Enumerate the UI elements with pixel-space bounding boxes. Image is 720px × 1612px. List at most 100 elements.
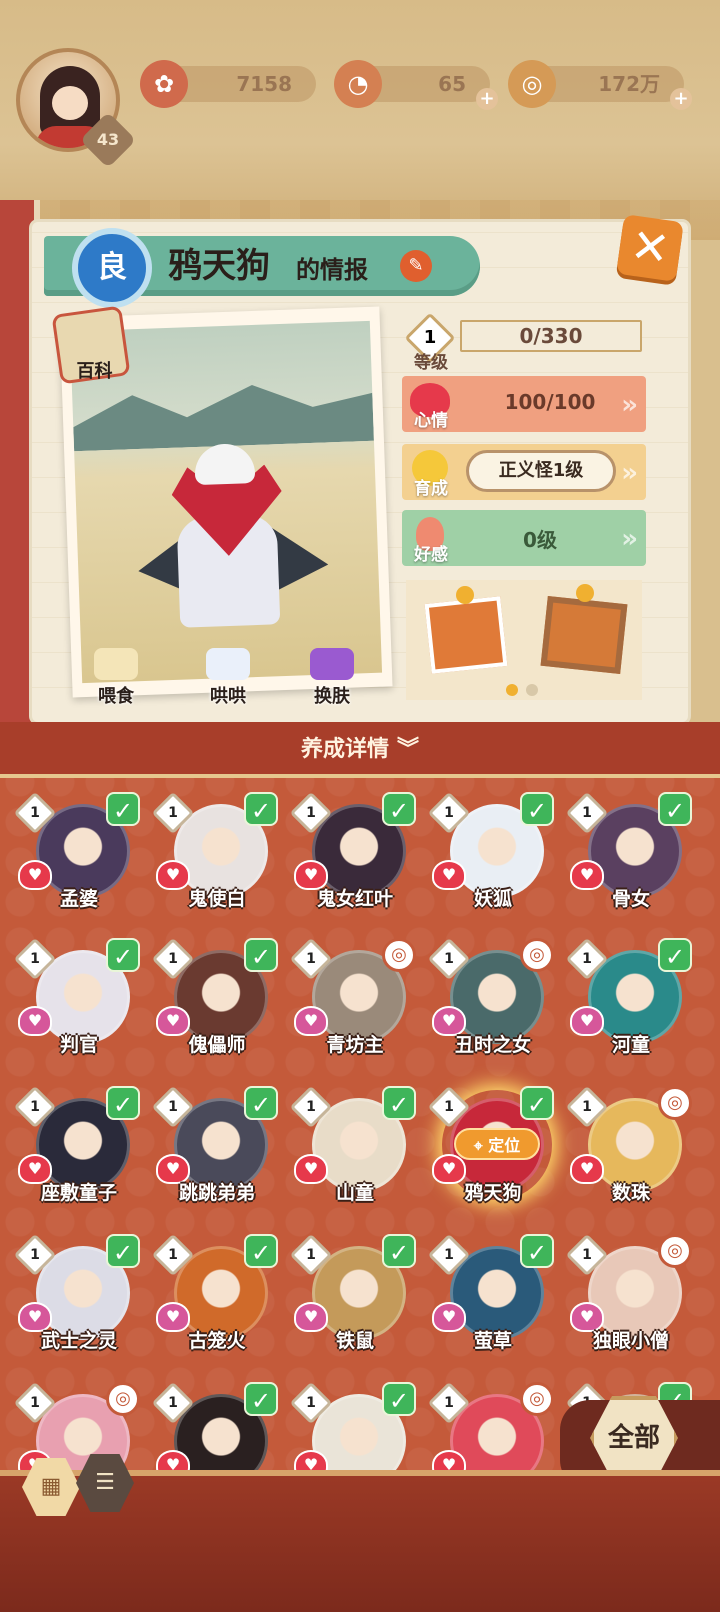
check-icon: ✓ (244, 792, 278, 826)
monster-cell[interactable]: 1 ✓ ♥ 骨女 (565, 790, 696, 930)
monster-cell[interactable]: 1 ✓ ♥ 判官 (13, 936, 144, 1076)
growth-label: 育成 (414, 479, 448, 499)
monster-name-label: 傀儡师 (188, 1034, 246, 1056)
monster-cell[interactable]: 1 ✓ ♥ 鬼使白 (151, 790, 282, 930)
chevron-down-icon: ︾ (397, 737, 420, 762)
feed-icon (94, 648, 138, 680)
memory-photo-locked-2[interactable] (540, 596, 628, 674)
close-button[interactable]: ✕ (616, 214, 684, 282)
exp-value: 0/330 (519, 324, 583, 348)
monster-name-label: 鬼女红叶 (316, 888, 393, 910)
check-icon: ✓ (106, 938, 140, 972)
monster-cell[interactable]: 1 ✓ ♥ 傀儡师 (151, 936, 282, 1076)
page-dot-active[interactable] (506, 684, 518, 696)
gold-coin-icon: ◎ (508, 60, 556, 108)
grade-badge: 良 (72, 228, 152, 308)
magatama-icon: ◔ (334, 60, 382, 108)
monster-cell[interactable]: 1 ✓ ♥ 跳跳弟弟 (151, 1084, 282, 1224)
list-title[interactable]: 养成详情 ︾ (0, 734, 720, 766)
status-badge-icon: ◎ (658, 1086, 692, 1120)
monster-cell[interactable]: 1 ◎ ♥ 丑时之女 (427, 936, 558, 1076)
check-icon: ✓ (382, 1234, 416, 1268)
monster-name-label: 座敷童子 (40, 1182, 117, 1204)
check-icon: ✓ (106, 1086, 140, 1120)
monster-cell[interactable]: 1 ✓ ♥ 铁鼠 (289, 1232, 420, 1372)
monster-cell[interactable]: 1 ✓ ♥ 座敷童子 (13, 1084, 144, 1224)
monster-name-label: 鸦天狗 (464, 1182, 522, 1204)
mood-label: 心情 (414, 411, 448, 431)
status-badge-icon: ◎ (520, 938, 554, 972)
monster-name-label: 骨女 (611, 888, 650, 910)
status-badge-icon: ◎ (106, 1382, 140, 1416)
gold-counter[interactable]: ◎ 172万 + (508, 60, 692, 110)
pin-icon (576, 584, 594, 602)
add-gold-button[interactable]: + (670, 88, 692, 110)
check-icon: ✓ (520, 1086, 554, 1120)
monster-cell[interactable]: 1 ◎ ♥ 独眼小僧 (565, 1232, 696, 1372)
monster-cell[interactable]: 1 ✓ ♥ 古笼火 (151, 1232, 282, 1372)
favor-label: 好感 (414, 545, 448, 565)
monster-cell[interactable]: 1 ✓ ♥ 河童 (565, 936, 696, 1076)
monster-cell[interactable]: 1 ✓ ♥ 妖狐 (427, 790, 558, 930)
monster-name-label: 青坊主 (326, 1034, 384, 1056)
page-dot[interactable] (526, 684, 538, 696)
add-jade-button[interactable]: + (476, 88, 498, 110)
monster-name-label: 古笼火 (188, 1330, 246, 1352)
memory-photo-locked-1[interactable] (424, 596, 508, 674)
monster-cell[interactable]: 1 ✓ ♥ 山童 (289, 1084, 420, 1224)
monster-name-label: 山童 (335, 1182, 374, 1204)
growth-value: 正义怪1级 (466, 450, 616, 492)
check-icon: ✓ (106, 1234, 140, 1268)
monster-name-label: 判官 (59, 1034, 98, 1056)
monster-name-label: 武士之灵 (40, 1330, 117, 1352)
status-badge-icon: ◎ (382, 938, 416, 972)
jade-counter[interactable]: ◔ 65 + (334, 60, 498, 110)
monster-name-label: 铁鼠 (335, 1330, 374, 1352)
pin-icon (456, 586, 474, 604)
monster-cell[interactable]: 1 ◎ ♥ 青坊主 (289, 936, 420, 1076)
monster-name-label: 鬼使白 (188, 888, 246, 910)
monster-name-label: 萤草 (473, 1330, 512, 1352)
mood-value: 100/100 (504, 390, 596, 414)
monster-name-label: 独眼小僧 (592, 1330, 669, 1352)
rename-button[interactable]: ✎ (400, 250, 432, 282)
check-icon: ✓ (382, 792, 416, 826)
locate-badge[interactable]: ⌖ 定位 (454, 1128, 540, 1160)
check-icon: ✓ (244, 938, 278, 972)
check-icon: ✓ (244, 1234, 278, 1268)
check-icon: ✓ (658, 938, 692, 972)
check-icon: ✓ (520, 792, 554, 826)
monster-cell[interactable]: 1 ✓ ♥ ⌖ 定位 鸦天狗 (427, 1084, 558, 1224)
favor-value: 0级 (523, 528, 557, 552)
skin-icon (310, 648, 354, 680)
check-icon: ✓ (658, 792, 692, 826)
skin-button[interactable]: 换肤 (292, 682, 372, 708)
level-label: 等级 (414, 353, 448, 373)
monster-name-label: 孟婆 (59, 888, 98, 910)
monster-name-label: 跳跳弟弟 (178, 1182, 255, 1204)
status-badge-icon: ◎ (520, 1382, 554, 1416)
monster-name: 鸦天狗 (168, 246, 270, 286)
check-icon: ✓ (244, 1086, 278, 1120)
title-suffix: 的情报 (296, 255, 368, 284)
player-level-badge: 43 (79, 111, 137, 169)
milk-icon (206, 648, 250, 680)
check-icon: ✓ (244, 1382, 278, 1416)
monster-name-label: 丑时之女 (454, 1034, 531, 1056)
status-badge-icon: ◎ (658, 1234, 692, 1268)
monster-name-label: 数珠 (611, 1182, 650, 1204)
check-icon: ✓ (382, 1086, 416, 1120)
coax-button[interactable]: 哄哄 (188, 682, 268, 708)
feed-button[interactable]: 喂食 (76, 682, 156, 708)
check-icon: ✓ (520, 1234, 554, 1268)
check-icon: ✓ (382, 1382, 416, 1416)
encyclopedia-button[interactable]: 百科 (51, 305, 131, 385)
monster-cell[interactable]: 1 ✓ ♥ 孟婆 (13, 790, 144, 930)
plum-coin-icon: ✿ (140, 60, 188, 108)
monster-cell[interactable]: 1 ◎ ♥ 数珠 (565, 1084, 696, 1224)
coin-counter[interactable]: ✿ 7158 (140, 60, 316, 108)
monster-cell[interactable]: 1 ✓ ♥ 武士之灵 (13, 1232, 144, 1372)
monster-cell[interactable]: 1 ✓ ♥ 萤草 (427, 1232, 558, 1372)
monster-name-label: 妖狐 (473, 888, 512, 910)
monster-cell[interactable]: 1 ✓ ♥ 鬼女红叶 (289, 790, 420, 930)
